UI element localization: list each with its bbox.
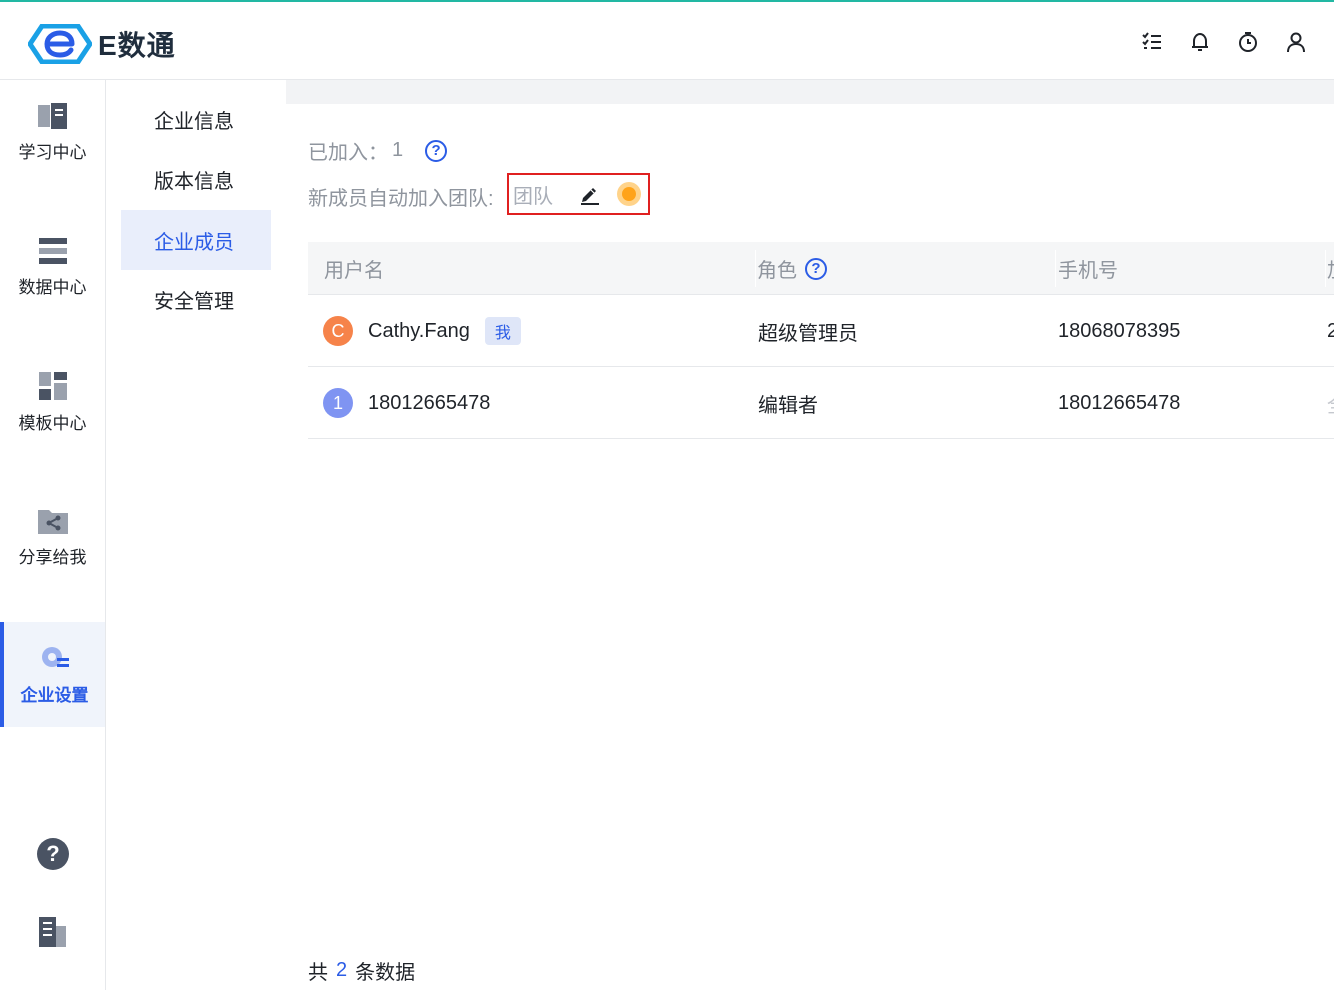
nav-item-templates[interactable]: 模板中心 bbox=[0, 350, 105, 455]
table-row[interactable]: 1 18012665478 编辑者 18012665478 全 bbox=[308, 367, 1334, 439]
table-row[interactable]: C Cathy.Fang 我 超级管理员 18068078395 2 bbox=[308, 295, 1334, 367]
column-header-role: 角色 ? bbox=[757, 242, 827, 295]
timer-icon[interactable] bbox=[1234, 28, 1262, 56]
top-header: E数通 bbox=[0, 2, 1334, 80]
table-header: 用户名 角色 ? 手机号 加 bbox=[308, 242, 1334, 295]
column-header-username: 用户名 bbox=[324, 260, 384, 282]
nav-label: 企业设置 bbox=[20, 686, 89, 705]
column-header-role-label: 角色 bbox=[757, 260, 797, 282]
username: Cathy.Fang bbox=[368, 319, 470, 342]
svg-text:?: ? bbox=[46, 841, 59, 866]
nav-item-data[interactable]: 数据中心 bbox=[0, 215, 105, 320]
record-count-prefix: 共 bbox=[308, 962, 328, 984]
username-cell: 1 18012665478 bbox=[323, 367, 490, 439]
column-divider bbox=[1055, 250, 1056, 287]
joined-label: 已加入： bbox=[308, 142, 388, 164]
top-spacer-bar bbox=[286, 80, 1334, 104]
record-count-number: 2 bbox=[336, 959, 348, 981]
sub-nav: 企业信息 版本信息 企业成员 安全管理 bbox=[106, 80, 286, 990]
nav-label: 数据中心 bbox=[18, 278, 87, 297]
column-divider bbox=[1325, 250, 1326, 287]
help-icon: ? bbox=[36, 838, 69, 870]
edit-icon[interactable] bbox=[579, 183, 601, 205]
joined-summary: 已加入： 1 ? bbox=[308, 136, 448, 165]
me-badge: 我 bbox=[484, 317, 521, 345]
record-count-suffix: 条数据 bbox=[355, 962, 416, 984]
logo-text: E数通 bbox=[98, 30, 176, 61]
bell-icon[interactable] bbox=[1186, 28, 1214, 56]
phone-cell: 18068078395 bbox=[1058, 319, 1181, 342]
auto-join-highlight: 团队 bbox=[507, 173, 650, 215]
column-header-cut: 加 bbox=[1327, 242, 1334, 295]
gear-settings-icon bbox=[41, 647, 69, 667]
logo-mark-icon bbox=[28, 24, 92, 64]
truncated-cell: 全 bbox=[1327, 367, 1334, 439]
role-help-icon[interactable]: ? bbox=[805, 257, 827, 280]
enterprise-button[interactable] bbox=[0, 916, 105, 948]
main-content: 已加入： 1 ? 新成员自动加入团队: 团队 用户名 角色 ? 手机号 C Ca… bbox=[286, 80, 1334, 990]
phone-cell: 18012665478 bbox=[1058, 391, 1181, 414]
building-icon bbox=[38, 917, 66, 947]
joined-count: 1 bbox=[392, 139, 404, 161]
share-folder-icon bbox=[37, 510, 68, 534]
app-window: E数通 学习中心 数据中心 模板中心 分享给我 企业设置 ? 企业信息 版本信息… bbox=[0, 0, 1334, 990]
avatar: 1 bbox=[323, 388, 353, 418]
nav-item-enterprise-settings[interactable]: 企业设置 bbox=[0, 622, 105, 727]
auto-join-toggle[interactable] bbox=[617, 182, 641, 206]
book-icon bbox=[37, 103, 67, 129]
left-nav: 学习中心 数据中心 模板中心 分享给我 企业设置 ? bbox=[0, 80, 106, 990]
record-count: 共 2 条数据 bbox=[308, 956, 415, 985]
help-button[interactable]: ? bbox=[0, 837, 105, 871]
truncated-cell: 2 bbox=[1327, 319, 1334, 342]
nav-label: 模板中心 bbox=[18, 414, 87, 433]
subnav-item-security[interactable]: 安全管理 bbox=[121, 269, 271, 329]
username: 18012665478 bbox=[368, 391, 491, 414]
database-icon bbox=[38, 238, 67, 264]
header-actions bbox=[1138, 28, 1310, 56]
avatar: C bbox=[323, 316, 353, 346]
role-cell: 超级管理员 bbox=[758, 322, 858, 345]
role-cell: 编辑者 bbox=[758, 394, 818, 417]
help-circle-icon[interactable]: ? bbox=[425, 139, 448, 162]
user-icon[interactable] bbox=[1282, 28, 1310, 56]
logo[interactable]: E数通 bbox=[28, 24, 176, 64]
auto-join-team-value: 团队 bbox=[513, 185, 553, 208]
column-divider bbox=[755, 250, 756, 287]
subnav-item-enterprise-info[interactable]: 企业信息 bbox=[121, 89, 271, 149]
task-list-icon[interactable] bbox=[1138, 28, 1166, 56]
auto-join-setting: 新成员自动加入团队: bbox=[308, 182, 494, 211]
username-cell: C Cathy.Fang 我 bbox=[323, 295, 521, 367]
subnav-item-version-info[interactable]: 版本信息 bbox=[121, 149, 271, 209]
members-table: 用户名 角色 ? 手机号 加 C Cathy.Fang 我 超级管理员 1806 bbox=[308, 242, 1334, 439]
column-header-phone: 手机号 bbox=[1058, 260, 1118, 282]
nav-label: 学习中心 bbox=[18, 143, 87, 162]
auto-join-label: 新成员自动加入团队: bbox=[308, 188, 494, 210]
nav-label: 分享给我 bbox=[18, 548, 87, 567]
nav-item-learning[interactable]: 学习中心 bbox=[0, 80, 105, 185]
subnav-item-members[interactable]: 企业成员 bbox=[121, 210, 271, 270]
nav-item-shared[interactable]: 分享给我 bbox=[0, 485, 105, 590]
template-icon bbox=[38, 372, 67, 400]
